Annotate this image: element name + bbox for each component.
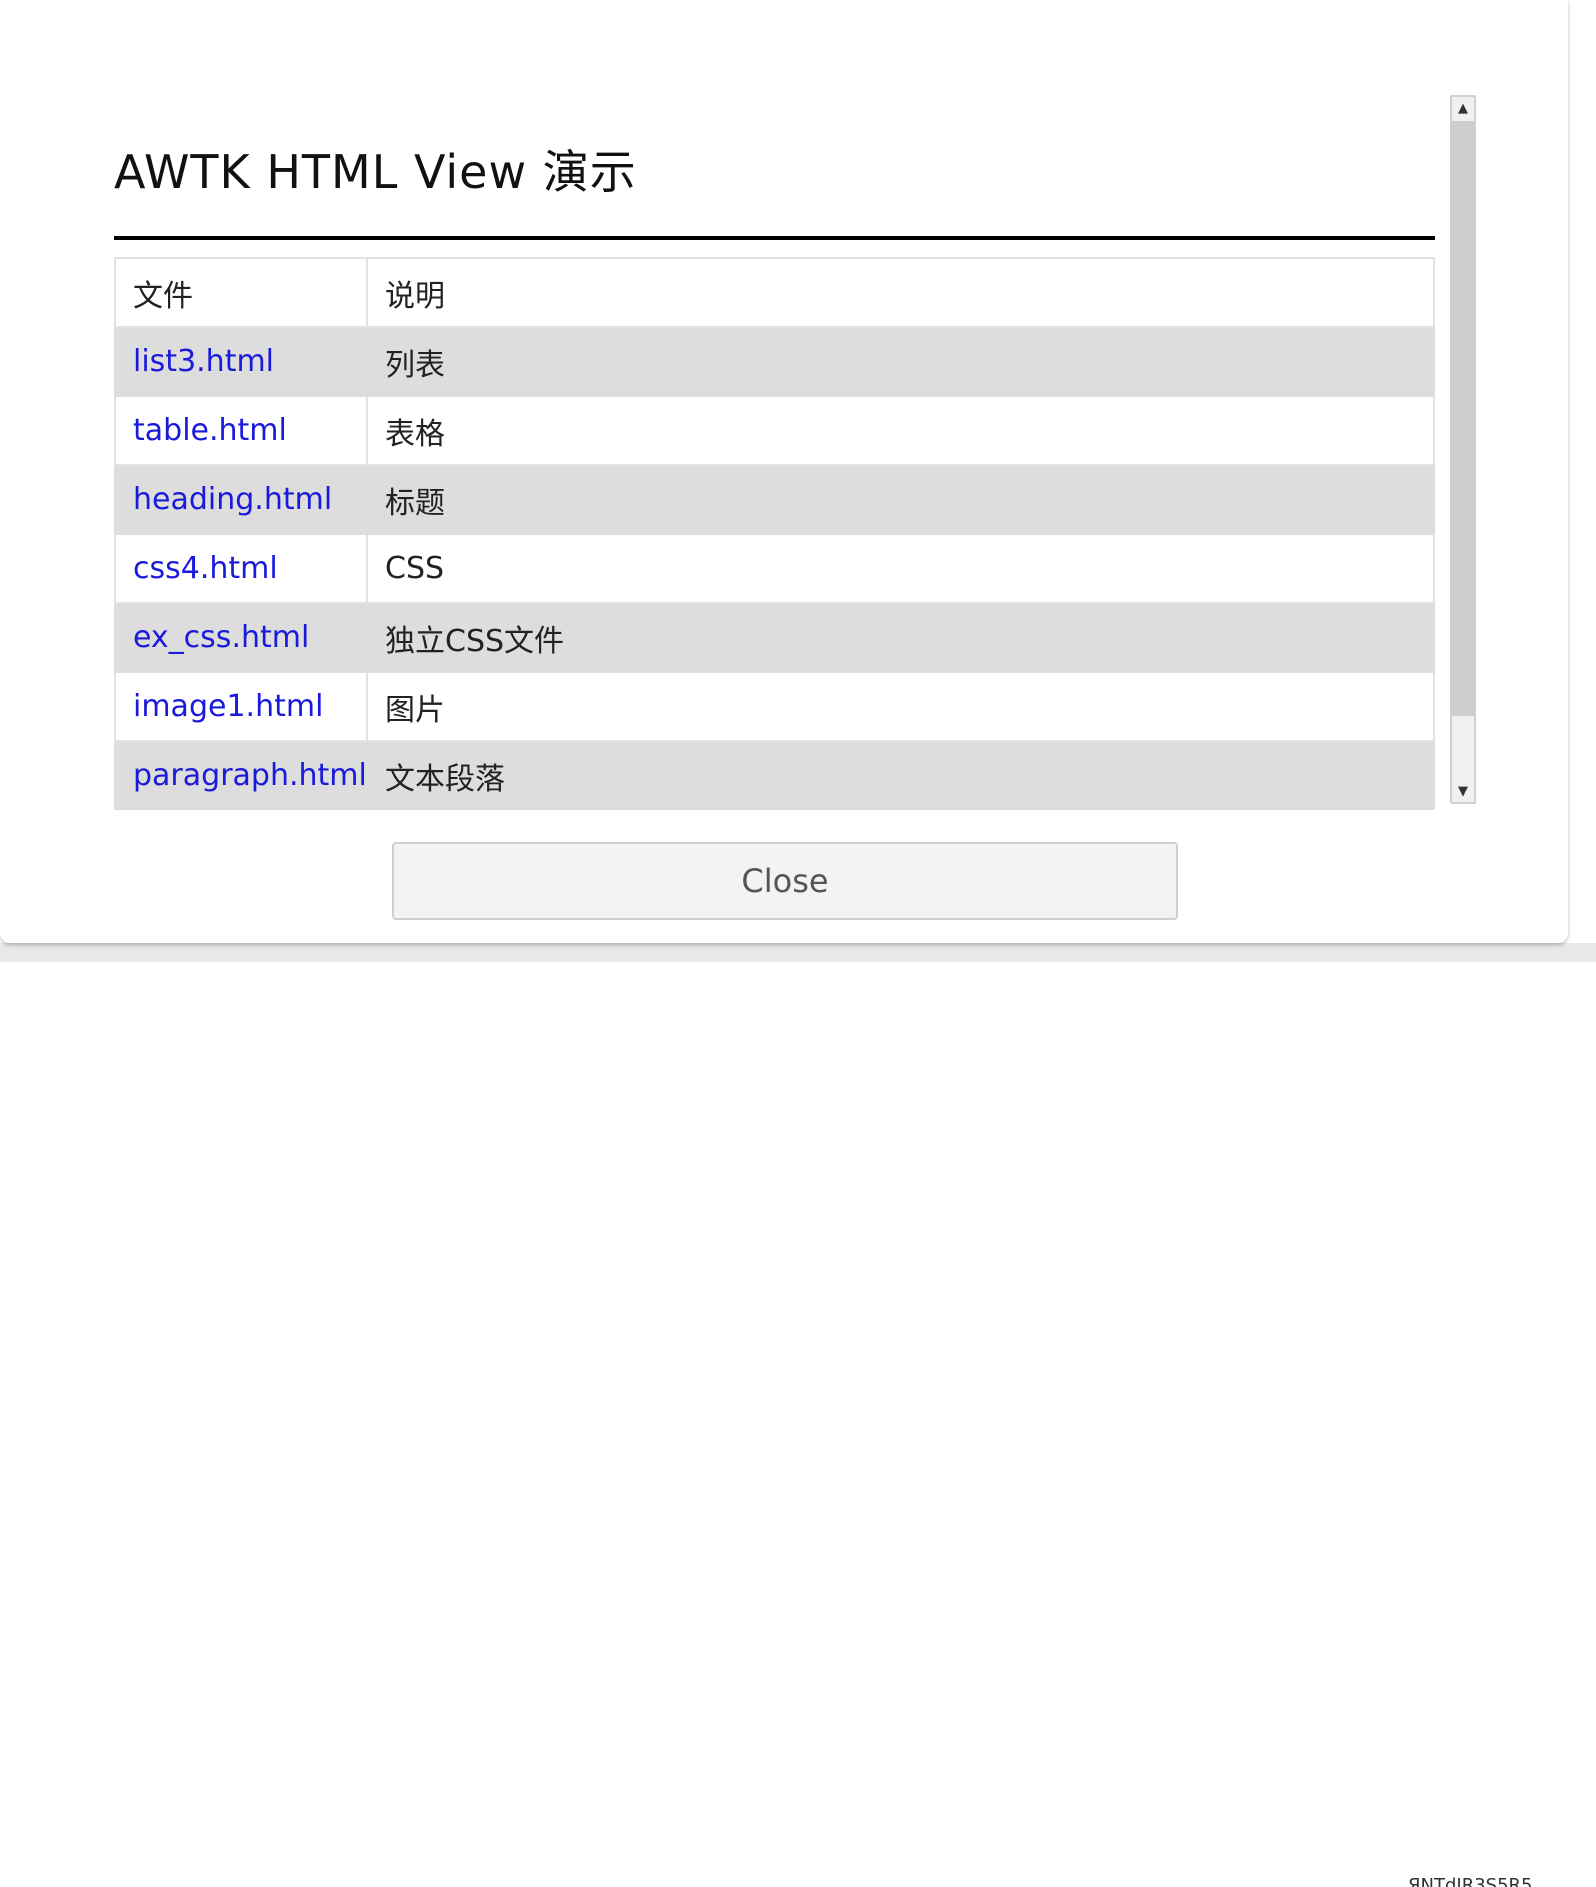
html-view[interactable]: AWTK HTML View 演示 文件 说明 list3.html 列表 ta… <box>114 96 1435 810</box>
title-divider <box>114 236 1435 240</box>
scrollbar-thumb[interactable] <box>1452 121 1474 716</box>
file-cell: heading.html <box>114 464 368 535</box>
table-row: heading.html 标题 <box>114 464 1435 535</box>
vertical-scrollbar[interactable]: ▲ ▼ <box>1450 95 1476 804</box>
desc-cell: 列表 <box>366 326 1435 397</box>
table-row: paragraph.html 文本段落 <box>114 740 1435 810</box>
page-title: AWTK HTML View 演示 <box>114 145 637 199</box>
file-link[interactable]: table.html <box>133 413 287 448</box>
table-row: image1.html 图片 <box>114 671 1435 742</box>
file-cell: table.html <box>114 395 368 466</box>
desc-cell: 文本段落 <box>366 740 1435 810</box>
background-window-text: ЯNTdIR3S5R5 <box>1408 1875 1533 1887</box>
triangle-up-icon[interactable]: ▲ <box>1452 97 1474 119</box>
desc-cell: 表格 <box>366 395 1435 466</box>
desc-cell: 标题 <box>366 464 1435 535</box>
file-table: 文件 说明 list3.html 列表 table.html 表格 headin… <box>114 257 1435 810</box>
file-link[interactable]: heading.html <box>133 482 332 517</box>
background-window-strip: ЯNTdIR3S5R5 <box>0 943 1596 1887</box>
close-button[interactable]: Close <box>392 842 1178 920</box>
file-cell: ex_css.html <box>114 602 368 673</box>
header-cell-file: 文件 <box>114 257 368 328</box>
table-header-row: 文件 说明 <box>114 257 1435 328</box>
file-link[interactable]: ex_css.html <box>133 620 309 655</box>
file-link[interactable]: css4.html <box>133 551 278 586</box>
app-window: ЯNTdIR3S5R5 AWTK HTML View 演示 文件 说明 list… <box>0 0 1596 1887</box>
table-row: ex_css.html 独立CSS文件 <box>114 602 1435 673</box>
table-row: css4.html CSS <box>114 533 1435 604</box>
file-cell: list3.html <box>114 326 368 397</box>
file-link[interactable]: list3.html <box>133 344 274 379</box>
table-row: table.html 表格 <box>114 395 1435 466</box>
triangle-down-icon[interactable]: ▼ <box>1452 780 1474 802</box>
desc-cell: 图片 <box>366 671 1435 742</box>
file-cell: paragraph.html <box>114 740 368 810</box>
table-row: list3.html 列表 <box>114 326 1435 397</box>
html-view-dialog: AWTK HTML View 演示 文件 说明 list3.html 列表 ta… <box>0 0 1568 943</box>
desc-cell: CSS <box>366 533 1435 604</box>
desc-cell: 独立CSS文件 <box>366 602 1435 673</box>
file-link[interactable]: paragraph.html <box>133 758 365 793</box>
header-cell-desc: 说明 <box>366 257 1435 328</box>
file-cell: image1.html <box>114 671 368 742</box>
file-cell: css4.html <box>114 533 368 604</box>
file-link[interactable]: image1.html <box>133 689 323 724</box>
